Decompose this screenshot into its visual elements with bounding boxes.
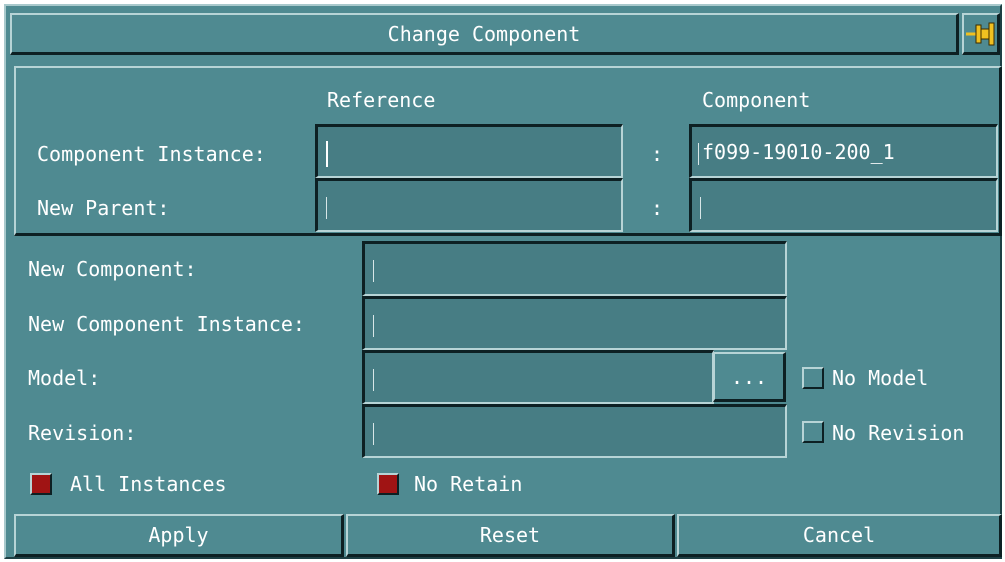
- model-input[interactable]: [362, 350, 714, 404]
- no-model-checkbox[interactable]: [802, 367, 824, 389]
- component-header: Component: [702, 88, 811, 112]
- no-revision-label: No Revision: [832, 421, 965, 445]
- new-component-instance-input[interactable]: [362, 296, 787, 350]
- dialog-title-bar[interactable]: Change Component: [10, 13, 959, 55]
- row-separator: :: [651, 196, 664, 220]
- new-component-input[interactable]: [362, 241, 787, 296]
- reference-component-instance-input[interactable]: [315, 124, 623, 178]
- row-separator: :: [651, 142, 664, 166]
- apply-button[interactable]: Apply: [14, 514, 344, 557]
- revision-input[interactable]: [362, 404, 787, 458]
- text-cursor-icon: [373, 259, 380, 282]
- no-revision-checkbox[interactable]: [802, 421, 824, 443]
- text-cursor-icon: [373, 314, 380, 337]
- reference-header: Reference: [327, 88, 436, 112]
- text-cursor-icon: [326, 196, 333, 219]
- dialog-title: Change Component: [387, 22, 581, 46]
- new-component-label: New Component:: [28, 257, 197, 281]
- pin-button[interactable]: [962, 13, 1000, 55]
- component-new-parent-input[interactable]: [689, 178, 998, 232]
- revision-label: Revision:: [28, 421, 137, 445]
- no-retain-label: No Retain: [414, 472, 523, 496]
- component-instance-value-input[interactable]: f099-19010-200_1: [689, 124, 998, 178]
- no-model-label: No Model: [832, 366, 929, 390]
- model-label: Model:: [28, 366, 101, 390]
- reset-button[interactable]: Reset: [346, 514, 675, 557]
- all-instances-checkbox[interactable]: [30, 473, 52, 495]
- pushpin-icon: [966, 22, 995, 46]
- reference-new-parent-input[interactable]: [315, 178, 623, 232]
- cancel-button[interactable]: Cancel: [677, 514, 1002, 557]
- text-cursor-icon: [326, 140, 334, 167]
- text-cursor-icon: [373, 368, 380, 391]
- text-cursor-icon: [700, 196, 707, 219]
- no-retain-checkbox[interactable]: [377, 473, 399, 495]
- text-cursor-icon: [373, 422, 380, 445]
- all-instances-label: All Instances: [70, 472, 227, 496]
- model-browse-button[interactable]: ...: [713, 352, 786, 402]
- new-parent-label: New Parent:: [37, 196, 170, 220]
- component-instance-label: Component Instance:: [37, 142, 266, 166]
- new-component-instance-label: New Component Instance:: [28, 312, 305, 336]
